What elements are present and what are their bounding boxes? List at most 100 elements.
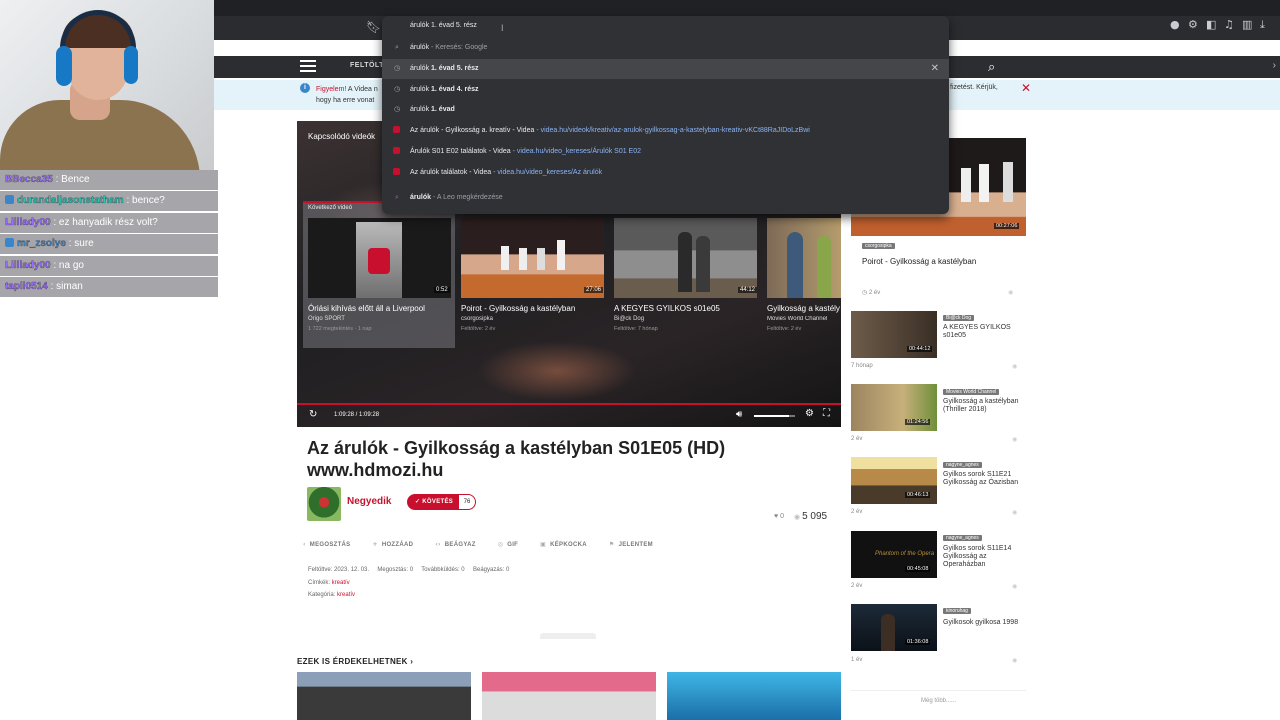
upload-age: 2 év bbox=[851, 509, 863, 515]
chat-username: durandaljasonstatham bbox=[17, 195, 124, 206]
show-more-button[interactable]: Még több...... bbox=[851, 690, 1026, 710]
related-thumbnail[interactable] bbox=[614, 218, 757, 298]
info-icon: i bbox=[300, 83, 310, 93]
suggestion-text: árulók bbox=[410, 44, 430, 51]
add-button[interactable]: + HOZZÁAD bbox=[372, 541, 413, 548]
related-title[interactable]: Gyilkosság a kastély bbox=[767, 304, 841, 313]
sidebar-item-title[interactable]: Gyilkos sorok S11E14 Gyilkosság az Opera… bbox=[943, 545, 1025, 569]
fullscreen-icon[interactable]: ⛶ bbox=[823, 408, 830, 419]
sidebar-item-title[interactable]: Gyilkos sorok S11E21 Gyilkosság az Óazis… bbox=[943, 471, 1025, 487]
chat-username: mr_zsolye bbox=[17, 238, 66, 249]
notice-lead: Figyelem! bbox=[316, 86, 347, 93]
recommended-thumbnail[interactable] bbox=[482, 672, 656, 720]
search-icon[interactable]: ⌕ bbox=[988, 60, 995, 75]
download-icon[interactable]: ⤓ bbox=[1260, 19, 1270, 31]
related-thumbnail[interactable] bbox=[308, 218, 451, 298]
replay-icon[interactable]: ↻ bbox=[309, 409, 317, 420]
upload-link[interactable]: FELTÖLT bbox=[350, 62, 384, 69]
tag-link[interactable]: kreatív bbox=[332, 580, 350, 586]
extension-icon[interactable]: ◧ bbox=[1206, 19, 1216, 31]
suggestion-match: 1. évad 4. rész bbox=[431, 86, 479, 93]
suggestion-item[interactable]: Az árulók - Gyilkosság a. kreatív - Vide… bbox=[382, 121, 949, 141]
suggestion-item[interactable]: ◷ árulók 1. évad 5. rész ✕ bbox=[382, 59, 949, 79]
view-count: ◉ 5 095 bbox=[794, 511, 827, 522]
upload-age: 2 év bbox=[851, 583, 863, 589]
expand-button[interactable] bbox=[540, 633, 596, 639]
suggestion-source: - Keresés: Google bbox=[429, 44, 488, 51]
channel-tag[interactable]: Movies World Channel bbox=[943, 389, 1000, 395]
follower-count: 76 bbox=[458, 494, 476, 510]
sidebar-icon[interactable]: ▥ bbox=[1242, 19, 1252, 31]
related-channel[interactable]: Bi@ck Dog bbox=[614, 316, 644, 322]
related-thumbnail[interactable] bbox=[461, 218, 604, 298]
media-icon[interactable]: ♫ bbox=[1224, 19, 1234, 31]
volume-slider[interactable] bbox=[754, 415, 795, 417]
channel-tag[interactable]: nagyne_agnes bbox=[943, 535, 982, 541]
bookmark-icon[interactable]: 🔖︎ bbox=[366, 20, 381, 34]
share-button[interactable]: ‹ MEGOSZTÁS bbox=[303, 541, 350, 548]
extension-icon[interactable]: ● bbox=[1170, 19, 1180, 31]
sidebar-item-title[interactable]: Gyilkosság a kastélyban (Thriller 2018) bbox=[943, 398, 1025, 414]
volume-icon[interactable]: 🔊︎ bbox=[736, 409, 742, 420]
suggestion-item[interactable]: ⌕ árulók - A Leo megkérdezése bbox=[382, 188, 949, 208]
gif-button[interactable]: ◎ GIF bbox=[498, 541, 518, 548]
upload-age: 7 hónap bbox=[851, 363, 873, 369]
suggestion-item[interactable]: ⌕ árulók - Keresés: Google bbox=[382, 38, 949, 58]
up-next-label: Következő videó bbox=[308, 205, 353, 211]
progress-bar[interactable] bbox=[297, 403, 841, 405]
duration-badge: 00:45:08 bbox=[905, 566, 931, 572]
badge-icon bbox=[5, 195, 14, 204]
menu-icon[interactable] bbox=[300, 60, 316, 72]
suggestion-item[interactable]: Árulók S01 E02 találatok - Videa - videa… bbox=[382, 142, 949, 162]
channel-tag[interactable]: kinoruhag bbox=[943, 608, 971, 614]
related-thumbnail[interactable] bbox=[767, 218, 841, 298]
channel-tag[interactable]: Bi@ck Dog bbox=[943, 315, 975, 321]
follow-button[interactable]: ✓ KÖVETÉS bbox=[407, 494, 459, 510]
suggestion-item[interactable]: Az árulók találatok - Videa - videa.hu/v… bbox=[382, 163, 949, 183]
channel-tag[interactable]: nagyne_agnes bbox=[943, 462, 982, 468]
gear-icon[interactable]: ⚙ bbox=[805, 408, 814, 419]
channel-name[interactable]: Negyedik bbox=[347, 496, 391, 507]
category-link[interactable]: kreatív bbox=[337, 592, 355, 598]
frame-button[interactable]: ▣ KÉPKOCKA bbox=[540, 541, 587, 548]
suggestion-url: - videa.hu/video_kereses/Az árulók bbox=[491, 169, 603, 176]
related-title[interactable]: Poirot - Gyilkosság a kastélyban bbox=[461, 304, 575, 313]
suggestion-item[interactable]: ◷ árulók 1. évad 4. rész bbox=[382, 80, 949, 100]
embed-button[interactable]: ‹› BEÁGYAZ bbox=[435, 541, 475, 548]
text-cursor-icon: I bbox=[501, 23, 504, 33]
related-title[interactable]: A KEGYES GYILKOS s01e05 bbox=[614, 304, 720, 313]
related-channel[interactable]: Origo SPORT bbox=[308, 316, 345, 322]
sidebar-item-title[interactable]: A KEGYES GYILKOS s01e05 bbox=[943, 324, 1025, 340]
avatar[interactable] bbox=[307, 487, 341, 521]
chevron-right-icon[interactable]: › bbox=[1273, 60, 1276, 71]
chat-username: BBecca35 bbox=[5, 174, 53, 185]
close-icon[interactable]: ✕ bbox=[1021, 81, 1031, 95]
duration-badge: 00:46:13 bbox=[905, 492, 931, 498]
sidebar-item-title[interactable]: Gyilkosok gyilkosa 1998 bbox=[943, 619, 1025, 627]
likes-count: ♥ 0 bbox=[774, 513, 785, 520]
related-channel[interactable]: csorgosipka bbox=[461, 316, 493, 322]
chat-message: durandaljasonstatham : bence? bbox=[0, 191, 218, 211]
chat-text: : sure bbox=[65, 238, 94, 249]
upload-age: 1 év bbox=[851, 657, 863, 663]
recommended-heading-label: EZEK IS ÉRDEKELHETNEK bbox=[297, 657, 408, 666]
channel-tag[interactable]: csorgosipka bbox=[862, 243, 895, 249]
action-row: ‹ MEGOSZTÁS + HOZZÁAD ‹› BEÁGYAZ ◎ GIF ▣ KÉPK… bbox=[303, 541, 675, 548]
recommended-thumbnail[interactable] bbox=[667, 672, 841, 720]
history-icon: ◷ bbox=[393, 105, 401, 113]
suggestion-item[interactable]: ◷ árulók 1. évad bbox=[382, 100, 949, 120]
extension-icon[interactable]: ⚙ bbox=[1188, 19, 1198, 31]
report-button[interactable]: ⚑ JELENTEM bbox=[609, 541, 653, 548]
action-label: HOZZÁAD bbox=[381, 542, 414, 548]
recommended-heading[interactable]: EZEK IS ÉRDEKELHETNEK › bbox=[297, 657, 413, 666]
related-channel[interactable]: Movies World Channel bbox=[767, 316, 841, 322]
recommended-thumbnail[interactable] bbox=[297, 672, 471, 720]
remove-suggestion-icon[interactable]: ✕ bbox=[931, 63, 939, 74]
sidebar-item-title[interactable]: Poirot - Gyilkosság a kastélyban bbox=[862, 257, 976, 266]
chat-text: : ez hanyadik rész volt? bbox=[50, 217, 158, 228]
address-input[interactable]: árulók 1. évad 5. rész bbox=[410, 22, 477, 29]
duration-badge: 44:12 bbox=[738, 287, 758, 293]
video-title: Az árulók - Gyilkosság a kastélyban S01E… bbox=[307, 438, 726, 480]
related-title[interactable]: Óriási kihívás előtt áll a Liverpool bbox=[308, 304, 425, 313]
likes-value: 0 bbox=[780, 513, 785, 520]
